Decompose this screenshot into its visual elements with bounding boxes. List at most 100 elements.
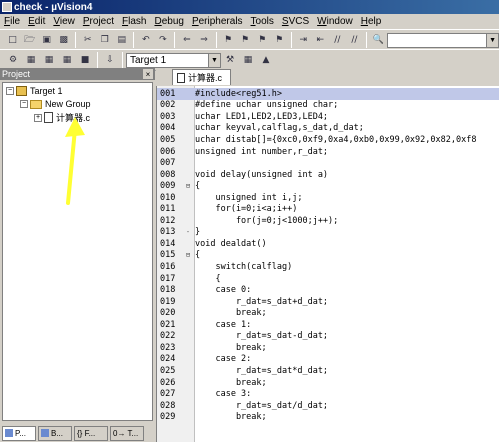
menu-file[interactable]: File	[0, 16, 24, 27]
code-line[interactable]: 023 break;	[157, 342, 267, 354]
menu-tools[interactable]: Tools	[247, 16, 278, 27]
rebuild-icon[interactable]: ▦	[42, 53, 56, 67]
line-number: 019	[160, 296, 176, 307]
expand-icon[interactable]: +	[34, 113, 42, 122]
open-folder-icon[interactable]: 🗁	[23, 33, 36, 47]
new-file-icon[interactable]: □	[6, 33, 19, 47]
line-number: 015	[160, 250, 176, 261]
indent-icon[interactable]: ⇥	[297, 33, 310, 47]
undo-icon[interactable]: ↶	[139, 33, 152, 47]
code-line[interactable]: 029 break;	[157, 411, 267, 423]
code-line[interactable]: 016 switch(calflag)	[157, 261, 292, 273]
code-line[interactable]: 021 case 1:	[157, 319, 251, 331]
code-line[interactable]: 007	[157, 157, 193, 169]
tree-item-group[interactable]: − New Group	[20, 99, 91, 109]
menu-debug[interactable]: Debug	[150, 16, 187, 27]
menu-view[interactable]: View	[49, 16, 79, 27]
tab-project[interactable]: P...	[2, 425, 36, 441]
code-editor[interactable]: 001 #include<reg51.h> 002 #define uchar uns…	[156, 86, 499, 442]
code-line[interactable]: 003 uchar LED1,LED2,LED3,LED4;	[157, 111, 328, 123]
code-line[interactable]: 018 case 0:	[157, 284, 251, 296]
project-tab-icon	[5, 429, 13, 437]
code-line[interactable]: 006 unsigned int number,r_dat;	[157, 146, 328, 158]
line-number: 009	[160, 181, 176, 192]
redo-icon[interactable]: ↷	[156, 33, 169, 47]
download-icon[interactable]: ⇩	[103, 53, 117, 67]
copy-icon[interactable]: ❐	[98, 33, 111, 47]
menu-window[interactable]: Window	[313, 16, 357, 27]
tab-functions-label: {} F...	[77, 428, 96, 438]
code-line[interactable]: 015 ⊟{	[157, 250, 200, 262]
code-line[interactable]: 001 #include<reg51.h>	[157, 88, 499, 100]
tab-project-label: P...	[15, 428, 26, 438]
collapse-icon[interactable]: −	[20, 100, 28, 108]
menu-project[interactable]: Project	[79, 16, 118, 27]
chevron-down-icon[interactable]: ▼	[486, 33, 499, 47]
fold-marker[interactable]: ⊟	[183, 251, 193, 259]
menu-peripherals[interactable]: Peripherals	[188, 16, 247, 27]
code-line[interactable]: 025 r_dat=s_dat*d_dat;	[157, 365, 328, 377]
menu-edit[interactable]: Edit	[24, 16, 49, 27]
target-select[interactable]: Target 1 ▼	[126, 52, 221, 68]
fold-marker[interactable]: ⊟	[183, 182, 193, 190]
uncomment-icon[interactable]: //	[348, 33, 361, 47]
manage-components-icon[interactable]: ▲	[259, 53, 273, 67]
code-line[interactable]: 019 r_dat=s_dat+d_dat;	[157, 296, 328, 308]
tree-item-file[interactable]: + 计算器.c	[34, 111, 90, 124]
build-icon[interactable]: ▦	[24, 53, 38, 67]
code-text: r_dat=s_dat+d_dat;	[195, 296, 329, 307]
tree-item-target[interactable]: − Target 1	[6, 86, 63, 96]
code-line[interactable]: 024 case 2:	[157, 354, 251, 366]
unindent-icon[interactable]: ⇤	[314, 33, 327, 47]
comment-icon[interactable]: //	[331, 33, 344, 47]
code-line[interactable]: 020 break;	[157, 307, 267, 319]
toolbar-separator	[174, 32, 176, 48]
find-combo[interactable]: ▼	[386, 32, 499, 48]
find-in-files-icon[interactable]: 🔍	[372, 33, 385, 47]
menu-flash[interactable]: Flash	[118, 16, 150, 27]
menu-help[interactable]: Help	[357, 16, 386, 27]
target-options-icon[interactable]: ⚒	[223, 53, 237, 67]
bookmark-prev-icon[interactable]: ⚑	[239, 33, 252, 47]
collapse-icon[interactable]: −	[6, 87, 14, 95]
code-line[interactable]: 022 r_dat=s_dat-d_dat;	[157, 331, 328, 343]
code-line[interactable]: 011 for(i=0;i<a;i++)	[157, 204, 297, 216]
code-line[interactable]: 013-}	[157, 227, 200, 239]
code-line[interactable]: 026 break;	[157, 377, 267, 389]
tab-books[interactable]: B...	[38, 425, 72, 441]
code-line[interactable]: 027 case 3:	[157, 388, 251, 400]
bookmark-icon[interactable]: ⚑	[222, 33, 235, 47]
save-icon[interactable]: ▣	[40, 33, 53, 47]
code-line[interactable]: 028 r_dat=s_dat/d_dat;	[157, 400, 328, 412]
chevron-down-icon[interactable]: ▼	[208, 53, 220, 67]
tab-source-file[interactable]: 计算器.c	[172, 69, 232, 85]
code-line[interactable]: 005 uchar distab[]={0xc0,0xf9,0xa4,0xb0,0…	[157, 134, 476, 146]
nav-back-icon[interactable]: ⇐	[180, 33, 193, 47]
code-text: switch(calflag)	[195, 262, 293, 272]
cut-icon[interactable]: ✂	[81, 33, 94, 47]
code-line[interactable]: 002 #define uchar unsigned char;	[157, 100, 338, 112]
code-line[interactable]: 004 uchar keyval,calflag,s_dat,d_dat;	[157, 123, 364, 135]
file-extensions-icon[interactable]: ▦	[241, 53, 255, 67]
nav-forward-icon[interactable]: ⇒	[197, 33, 210, 47]
code-text: r_dat=s_dat*d_dat;	[195, 365, 329, 376]
close-icon[interactable]: ×	[143, 69, 153, 79]
bookmark-next-icon[interactable]: ⚑	[256, 33, 269, 47]
code-line[interactable]: 012 for(j=0;j<1000;j++);	[157, 215, 338, 227]
tab-templates[interactable]: 0→ T...	[110, 425, 144, 441]
stop-build-icon[interactable]: ■	[78, 53, 92, 67]
tab-functions[interactable]: {} F...	[74, 425, 108, 441]
line-number: 001	[160, 88, 176, 99]
code-line[interactable]: 010 unsigned int i,j;	[157, 192, 302, 204]
code-line[interactable]: 008 void delay(unsigned int a)	[157, 169, 328, 181]
translate-icon[interactable]: ⚙	[6, 53, 20, 67]
fold-marker[interactable]: -	[183, 228, 193, 236]
menu-svcs[interactable]: SVCS	[278, 16, 313, 27]
code-line[interactable]: 017 {	[157, 273, 221, 285]
batch-build-icon[interactable]: ▦	[60, 53, 74, 67]
paste-icon[interactable]: ▤	[115, 33, 128, 47]
code-line[interactable]: 014 void dealdat()	[157, 238, 267, 250]
save-all-icon[interactable]: ▩	[57, 33, 70, 47]
bookmark-clear-icon[interactable]: ⚑	[273, 33, 286, 47]
code-line[interactable]: 009 ⊟{	[157, 180, 200, 192]
